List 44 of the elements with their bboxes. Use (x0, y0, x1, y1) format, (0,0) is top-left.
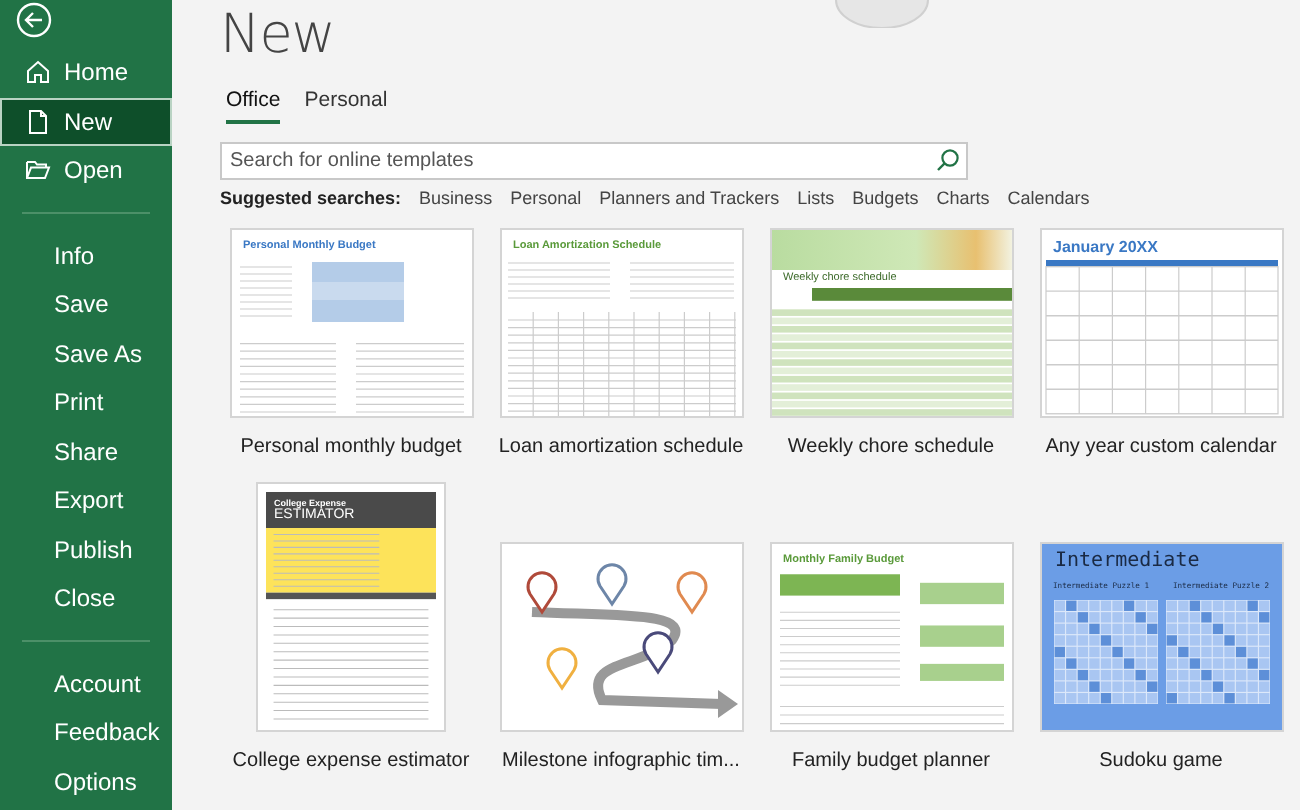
sudoku-grid-drawing (1165, 600, 1269, 704)
folder-icon (24, 156, 52, 185)
thumbnail-title: January 20XX (1051, 236, 1160, 260)
sidebar-item[interactable]: Save As (0, 329, 172, 378)
sidebar-item[interactable]: Publish (0, 525, 172, 574)
decoration-drawing (832, 0, 932, 28)
template-name[interactable]: Any year custom calendar (1045, 436, 1277, 458)
suggested-search-link[interactable]: Budgets (852, 188, 919, 208)
sidebar-item[interactable]: Print (0, 378, 172, 427)
suggested-search-link[interactable]: Personal (510, 188, 582, 208)
template-name[interactable]: Loan amortization schedule (498, 436, 744, 458)
tab[interactable]: Personal (304, 82, 388, 124)
template-name[interactable]: College expense estimator (232, 750, 470, 772)
house-icon (24, 58, 52, 87)
sidebar-item[interactable]: Open (0, 146, 172, 195)
suggested-searches-label: Suggested searches: (220, 188, 402, 208)
search-icon[interactable] (936, 148, 960, 172)
template-name[interactable]: Family budget planner (792, 750, 990, 772)
sidebar-item[interactable]: New (0, 97, 172, 146)
suggested-search-link[interactable]: Lists (797, 188, 835, 208)
page-title: New (220, 4, 335, 66)
document-icon (24, 107, 52, 136)
suggested-search-link[interactable]: Charts (936, 188, 990, 208)
template-name[interactable]: Personal monthly budget (240, 436, 462, 458)
sidebar-item[interactable]: Home (0, 48, 172, 97)
template-thumbnail[interactable]: January 20XX (1039, 228, 1283, 418)
template-name[interactable]: Milestone infographic tim... (502, 750, 740, 772)
sidebar-item[interactable]: Close (0, 574, 172, 623)
sudoku-grid-drawing (1053, 600, 1157, 704)
sidebar-item[interactable]: Info (0, 231, 172, 280)
suggested-search-link[interactable]: Calendars (1007, 188, 1090, 208)
sidebar-item[interactable]: Feedback (0, 708, 172, 757)
suggested-search-link[interactable]: Business (419, 188, 493, 208)
template-name[interactable]: Weekly chore schedule (787, 436, 995, 458)
suggested-search-link[interactable]: Planners and Trackers (599, 188, 780, 208)
thumbnail-title: Intermediate (1053, 548, 1202, 576)
template-name[interactable]: Sudoku game (1099, 750, 1223, 772)
search-field[interactable]: Search for online templates (220, 142, 968, 180)
sidebar-item[interactable]: Save (0, 280, 172, 329)
sidebar-item[interactable]: Share (0, 427, 172, 476)
tab[interactable]: Office (226, 82, 281, 124)
sidebar-item[interactable]: Options (0, 757, 172, 806)
sidebar-item[interactable]: Account (0, 659, 172, 708)
sidebar-item[interactable]: Export (0, 476, 172, 525)
